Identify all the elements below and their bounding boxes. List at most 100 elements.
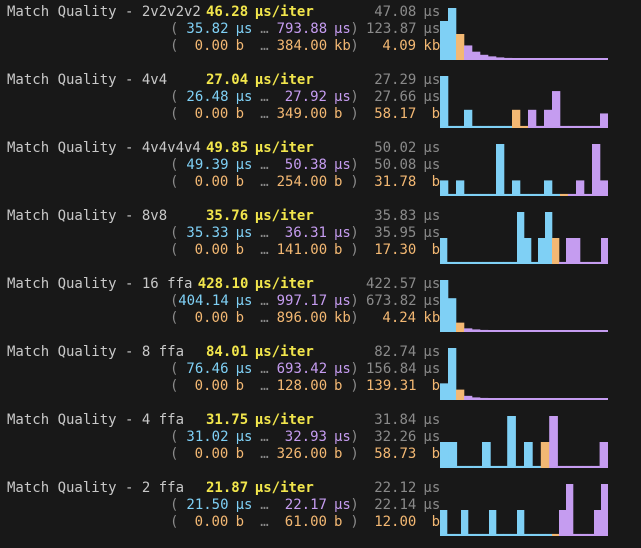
histogram-bar — [568, 58, 577, 60]
histogram-bar — [440, 442, 449, 468]
avg-unit: µs/iter — [254, 344, 314, 360]
benchmark-row: Match Quality - 2v2v2v2 46.28 µs/iter 47.08… — [0, 4, 641, 72]
p99-unit: µs — [423, 429, 441, 445]
separator: ( — [170, 497, 179, 513]
histogram-bar — [528, 330, 537, 332]
p75-unit: µs — [423, 344, 441, 360]
max-value: 693.42 — [276, 361, 328, 377]
separator: ( — [170, 106, 179, 122]
heap-max-value: 384.00 — [276, 38, 328, 54]
heap-min-unit: b — [235, 38, 245, 54]
min-value: 35.33 — [186, 225, 229, 241]
separator: … — [260, 157, 269, 173]
histogram-bar — [584, 58, 593, 60]
heap-min-unit: b — [235, 242, 245, 258]
histogram-bar — [482, 533, 490, 536]
avg-value: 31.75 — [206, 412, 249, 428]
histogram-bar — [515, 465, 525, 468]
max-unit: µs — [334, 89, 351, 105]
histogram-bar — [448, 442, 458, 468]
min-unit: µs — [235, 157, 253, 173]
histogram-bar — [580, 533, 588, 536]
histogram-bar — [504, 398, 513, 400]
histogram-bar — [504, 330, 513, 332]
separator: ( — [170, 429, 179, 445]
p99-unit: µs — [423, 225, 441, 241]
heap-min-value: 0.00 — [194, 174, 229, 190]
histogram-bar — [512, 109, 521, 128]
avg-value: 27.04 — [206, 72, 249, 88]
histogram-bar — [496, 330, 505, 332]
histogram-bar — [573, 533, 581, 536]
histogram-bar — [531, 261, 539, 264]
heap-min-unit: b — [235, 174, 245, 190]
p99-value: 123.87 — [366, 21, 417, 37]
heap-max-value: 128.00 — [276, 378, 328, 394]
histogram-bar — [490, 465, 500, 468]
histogram-bar — [456, 34, 465, 60]
separator: ) — [350, 310, 359, 326]
histogram-bar — [566, 465, 575, 468]
histogram-bar — [584, 330, 593, 332]
histogram-bar — [566, 238, 574, 264]
p75-unit: µs — [423, 140, 441, 156]
heap-max-unit: b — [334, 242, 343, 258]
p99-value: 673.82 — [366, 293, 417, 309]
histogram-bar — [448, 193, 457, 196]
heap-avg-unit: b — [431, 446, 441, 462]
histogram-bar — [538, 238, 546, 264]
histogram-bar — [538, 533, 546, 536]
histogram-bar — [568, 193, 577, 196]
histogram-bar — [576, 330, 585, 332]
heap-min-unit: b — [235, 106, 245, 122]
heap-max-unit: b — [334, 106, 343, 122]
histogram-bar — [472, 51, 481, 60]
latency-histogram — [440, 280, 608, 332]
benchmark-name: Match Quality - 2v2v2v2 — [7, 4, 201, 20]
histogram-bar — [488, 398, 497, 400]
histogram-bar — [574, 465, 584, 468]
histogram-bar — [496, 261, 504, 264]
histogram-bar — [544, 180, 553, 196]
histogram-bar — [557, 465, 567, 468]
heap-min-value: 0.00 — [194, 378, 229, 394]
histogram-bar — [482, 261, 490, 264]
max-value: 793.88 — [276, 21, 328, 37]
p99-value: 32.26 — [374, 429, 417, 445]
separator: … — [260, 361, 269, 377]
min-unit: µs — [235, 293, 253, 309]
separator: ) — [350, 497, 359, 513]
p75-unit: µs — [423, 4, 441, 20]
histogram-bar — [507, 416, 516, 468]
histogram-bar — [532, 465, 542, 468]
histogram-bar — [594, 510, 602, 536]
separator: … — [260, 310, 269, 326]
separator: … — [260, 446, 269, 462]
max-value: 22.17 — [284, 497, 327, 513]
histogram-bar — [456, 389, 465, 400]
heap-max-unit: b — [334, 174, 343, 190]
separator: … — [260, 21, 269, 37]
histogram-bar — [552, 398, 561, 400]
histogram-bar — [461, 510, 469, 536]
histogram-bar — [448, 8, 457, 60]
terminal-window: Match Quality - 2v2v2v2 46.28 µs/iter 47.08… — [0, 0, 641, 546]
latency-histogram — [440, 348, 608, 400]
histogram-bar — [592, 144, 601, 196]
min-value: 26.48 — [186, 89, 229, 105]
p75-value: 47.08 — [374, 4, 417, 20]
histogram-bar — [545, 212, 553, 264]
histogram-bar — [544, 58, 553, 60]
histogram-bar — [568, 398, 577, 400]
histogram-bar — [544, 330, 553, 332]
p99-unit: µs — [423, 21, 441, 37]
histogram-bar — [510, 261, 518, 264]
benchmark-name: Match Quality - 16 ffa — [7, 276, 193, 292]
histogram-bar — [440, 238, 448, 264]
histogram-bar — [468, 261, 476, 264]
separator: ( — [170, 446, 179, 462]
histogram-bar — [566, 484, 574, 536]
histogram-bar — [552, 193, 561, 196]
heap-max-unit: b — [334, 446, 343, 462]
separator: ) — [350, 21, 359, 37]
